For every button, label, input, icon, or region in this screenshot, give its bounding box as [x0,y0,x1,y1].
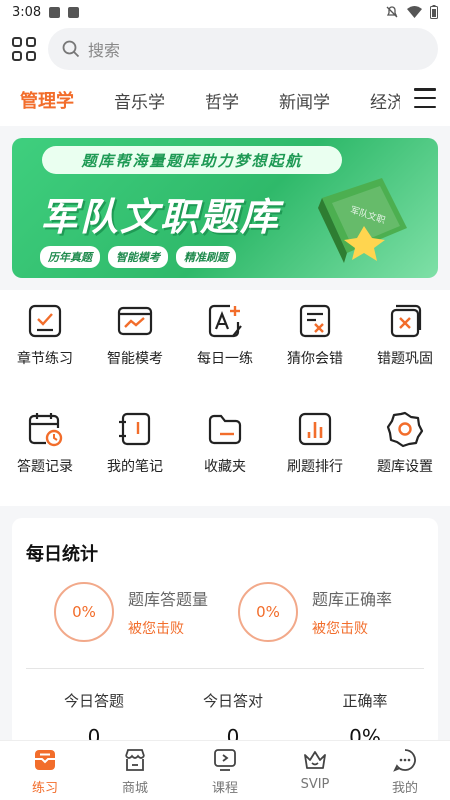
app-notification-icon [68,6,80,18]
shop-icon [125,749,145,771]
tab-management[interactable]: 管理学 [0,74,94,126]
daily-stats-title: 每日统计 [26,544,98,565]
accuracy-ring: 0% [238,582,298,642]
search-input[interactable]: 搜索 [48,28,438,70]
feature-label: 我的笔记 [107,459,163,475]
feature-bank-settings[interactable]: 题库设置 [362,410,448,506]
accuracy-sub: 被您击败 [312,621,368,637]
nav-label: SVIP [300,777,330,792]
mute-bell-icon [386,6,398,18]
top-header: 搜索 [0,24,450,74]
nav-mine[interactable]: 我的 [360,741,450,800]
feature-label: 猜你会错 [287,351,343,367]
tab-music[interactable]: 音乐学 [94,74,185,126]
notebook-icon [119,412,151,446]
feature-favorites[interactable]: 收藏夹 [182,410,268,506]
image-notification-icon [49,6,61,18]
nav-label: 练习 [31,781,58,796]
feature-label: 每日一练 [197,351,253,367]
crown-icon [304,751,326,769]
feature-label: 错题巩固 [377,351,433,367]
stat-label: 今日答对 [202,692,263,710]
answer-volume-ring: 0% [54,582,114,642]
doc-x-icon [299,304,331,338]
feature-label: 题库设置 [377,459,433,475]
nav-course[interactable]: 课程 [180,741,270,800]
chapter-check-icon [28,304,62,338]
stack-x-icon [390,304,422,338]
tab-philosophy[interactable]: 哲学 [185,74,259,126]
search-placeholder: 搜索 [88,41,121,60]
stat-label: 今日答题 [63,692,124,710]
feature-answer-record[interactable]: 答题记录 [2,410,88,506]
nav-practice[interactable]: 练习 [0,741,90,800]
menu-icon[interactable] [414,88,436,108]
banner-chip: 精准刷题 [176,246,236,268]
settings-flower-icon [386,411,424,448]
divider [26,668,424,669]
feature-grid: 章节练习 智能模考 每日一练 猜你会错 错题巩固 答题记录 我的笔记 收藏夹 刷… [0,290,450,506]
feature-daily-practice[interactable]: 每日一练 [182,302,268,398]
answer-volume-sub: 被您击败 [128,621,184,637]
promo-banner[interactable]: 题库帮海量题库助力梦想起航 军队文职题库 历年真题 智能模考 精准刷题 军队文职 [12,138,438,278]
answer-volume-label: 题库答题量 [128,590,209,609]
folder-icon [208,414,242,445]
feature-ranking[interactable]: 刷题排行 [272,410,358,506]
nav-label: 商城 [121,781,148,796]
feature-wrong-review[interactable]: 错题巩固 [362,302,448,398]
stat-label: 正确率 [342,692,388,710]
feature-label: 章节练习 [17,351,73,367]
chart-monitor-icon [117,306,153,336]
bar-rank-icon [298,412,332,446]
nav-label: 我的 [391,781,418,796]
feature-my-notes[interactable]: 我的笔记 [92,410,178,506]
feature-guess-wrong[interactable]: 猜你会错 [272,302,358,398]
feature-label: 收藏夹 [204,459,246,475]
feature-chapter-practice[interactable]: 章节练习 [2,302,88,398]
subject-tabs: 管理学 音乐学 哲学 新闻学 经济 [0,74,450,126]
feature-label: 答题记录 [17,459,73,475]
banner-chip: 智能模考 [108,246,168,268]
banner-chip: 历年真题 [40,246,100,268]
status-time: 3:08 [12,4,42,20]
nav-shop[interactable]: 商城 [90,741,180,800]
course-icon [214,749,236,771]
nav-label: 课程 [211,781,238,796]
a-plus-icon [208,304,242,338]
practice-icon [35,750,55,770]
chat-face-icon [393,749,416,772]
wifi-icon [407,6,422,18]
tab-economics[interactable]: 经济 [350,74,400,126]
tab-journalism[interactable]: 新闻学 [259,74,350,126]
feature-label: 智能模考 [107,351,163,367]
search-icon [62,40,80,58]
feature-smart-mock[interactable]: 智能模考 [92,302,178,398]
daily-stats-card: 每日统计 0% 题库答题量 被您击败 0% 题库正确率 被您击败 今日答题 0 … [12,518,438,749]
banner-ribbon: 题库帮海量题库助力梦想起航 [42,146,342,174]
status-bar: 3:08 [0,0,450,24]
bottom-nav: 练习 商城 课程 SVIP 我的 [0,740,450,800]
category-grid-icon[interactable] [12,37,36,61]
accuracy-label: 题库正确率 [312,590,393,609]
battery-icon [430,5,438,19]
nav-svip[interactable]: SVIP [270,741,360,800]
feature-label: 刷题排行 [287,459,343,475]
calendar-clock-icon [28,413,63,447]
banner-title: 军队文职题库 [40,195,281,239]
